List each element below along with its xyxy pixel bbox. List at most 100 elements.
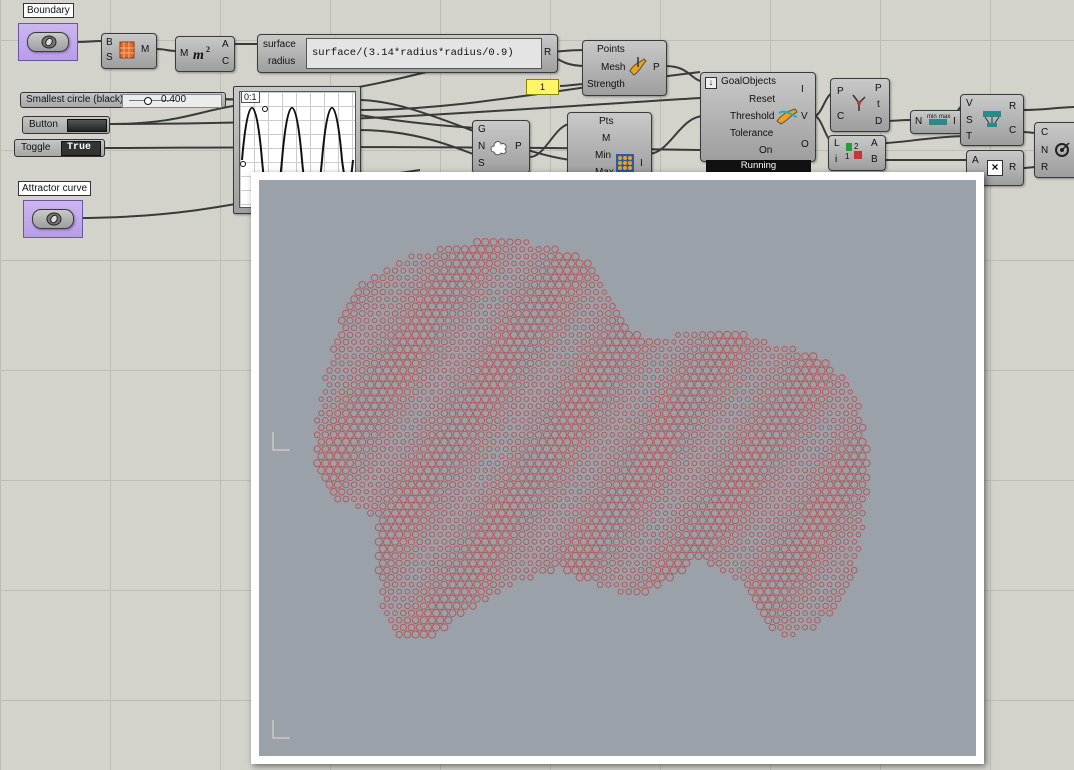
packed-circle [813,516,822,525]
packed-circle [575,573,584,582]
packed-circle [707,474,715,482]
packed-circle [568,317,575,324]
packed-circle [777,510,784,517]
packed-circle [719,452,727,460]
packed-circle [810,581,817,588]
packed-circle [518,316,527,325]
expression-box[interactable]: surface/(3.14*radius*radius/0.9) [306,38,542,69]
packed-circle [686,423,695,432]
packed-circle [526,516,535,525]
packed-circle [403,616,411,624]
brep-component[interactable]: B S M [101,33,157,69]
packed-circle [522,480,531,489]
packed-circle [421,403,427,409]
packed-circle [346,416,354,425]
cp-input-c: C [837,111,845,122]
list-item-component[interactable]: L i 2 1 A B [828,135,886,171]
packed-circle [437,531,443,538]
button-face[interactable] [67,119,107,132]
packed-circle [506,381,514,389]
packed-circle [748,517,755,524]
solver-expand-icon[interactable]: ↓ [705,77,717,89]
cp-input-p: P [837,86,844,97]
curve-closest-component[interactable]: P C P t D [830,78,890,132]
pull-to-mesh-component[interactable]: Points Mesh Strength P [582,40,667,96]
packed-circle [378,516,387,525]
packed-circle [469,273,477,282]
smallest-circle-slider[interactable]: Smallest circle (black) 0.400 [20,92,226,108]
button-component[interactable]: Button [22,116,110,134]
packed-circle [445,517,452,524]
packed-circle [412,417,419,424]
packed-circle [387,474,395,482]
packed-circle [428,403,436,410]
packed-circle [338,374,345,381]
area-component[interactable]: M m 2 A C [175,36,235,72]
packed-circle [829,516,838,525]
svg-text:min: min [927,114,937,120]
packed-circle [456,409,465,418]
packed-circle [510,316,518,325]
packed-circle [416,366,424,375]
packed-circle [473,395,482,404]
packed-circle [452,430,461,439]
circle-component[interactable]: C N R [1034,122,1074,178]
packed-circle [448,280,457,290]
rhino-viewport[interactable] [251,172,984,764]
packed-circle [628,480,637,489]
packed-circle [810,467,817,474]
packed-circle [412,274,419,282]
packed-circle [503,432,509,438]
populate-input-s: S [478,158,485,169]
viewport-canvas[interactable] [259,180,976,756]
number-panel[interactable]: 1 [526,79,559,95]
toggle-face[interactable]: True [61,141,101,156]
slider-knob[interactable] [144,97,153,105]
boundary-param[interactable] [18,23,78,61]
packed-circle [781,503,788,510]
packed-circle [444,473,453,482]
packed-circle [543,331,551,339]
packed-circle [420,531,428,539]
packed-circle [740,531,747,538]
packed-circle [563,566,572,575]
packed-circle [469,587,477,596]
packed-circle [374,523,383,532]
packed-circle [624,345,633,354]
packed-circle [551,388,559,396]
packed-circle [583,416,592,425]
packed-circle [420,516,428,525]
bounds-component[interactable]: N min max I [910,110,964,134]
packed-circle [498,481,506,489]
packed-circle [358,310,366,317]
packed-circle [449,367,456,374]
packed-circle [560,517,567,524]
attractor-param[interactable] [23,200,83,238]
slider-track[interactable]: 0.400 [122,94,222,108]
packed-circle [489,238,498,247]
packed-circle [633,487,641,496]
packed-circle [727,480,736,489]
remap-component[interactable]: V S T R C [960,94,1024,146]
toggle-component[interactable]: Toggle True [14,139,105,157]
packed-circle [526,473,535,482]
packed-circle [424,410,431,417]
packed-circle [818,595,825,602]
packed-circle [707,402,715,410]
packed-circle [399,366,408,375]
expression-component[interactable]: surface radius surface/(3.14*radius*radi… [257,34,558,73]
closest-points-component[interactable]: Pts M Min Max I [567,112,652,178]
packed-circle [321,459,330,468]
packed-circle [551,331,559,339]
packed-circle [642,560,649,567]
packed-circle [809,395,818,404]
packed-circle [715,402,723,410]
kangaroo-solver[interactable]: ↓ GoalObjects Reset Threshold Tolerance … [700,72,816,162]
packed-circle [612,337,621,347]
packed-circle [604,395,612,403]
packed-circle [374,366,383,375]
populate-component[interactable]: G N S P [472,120,530,174]
packed-circle [600,359,609,368]
packed-circle [534,445,543,453]
expression-input-surface: surface [263,39,296,50]
